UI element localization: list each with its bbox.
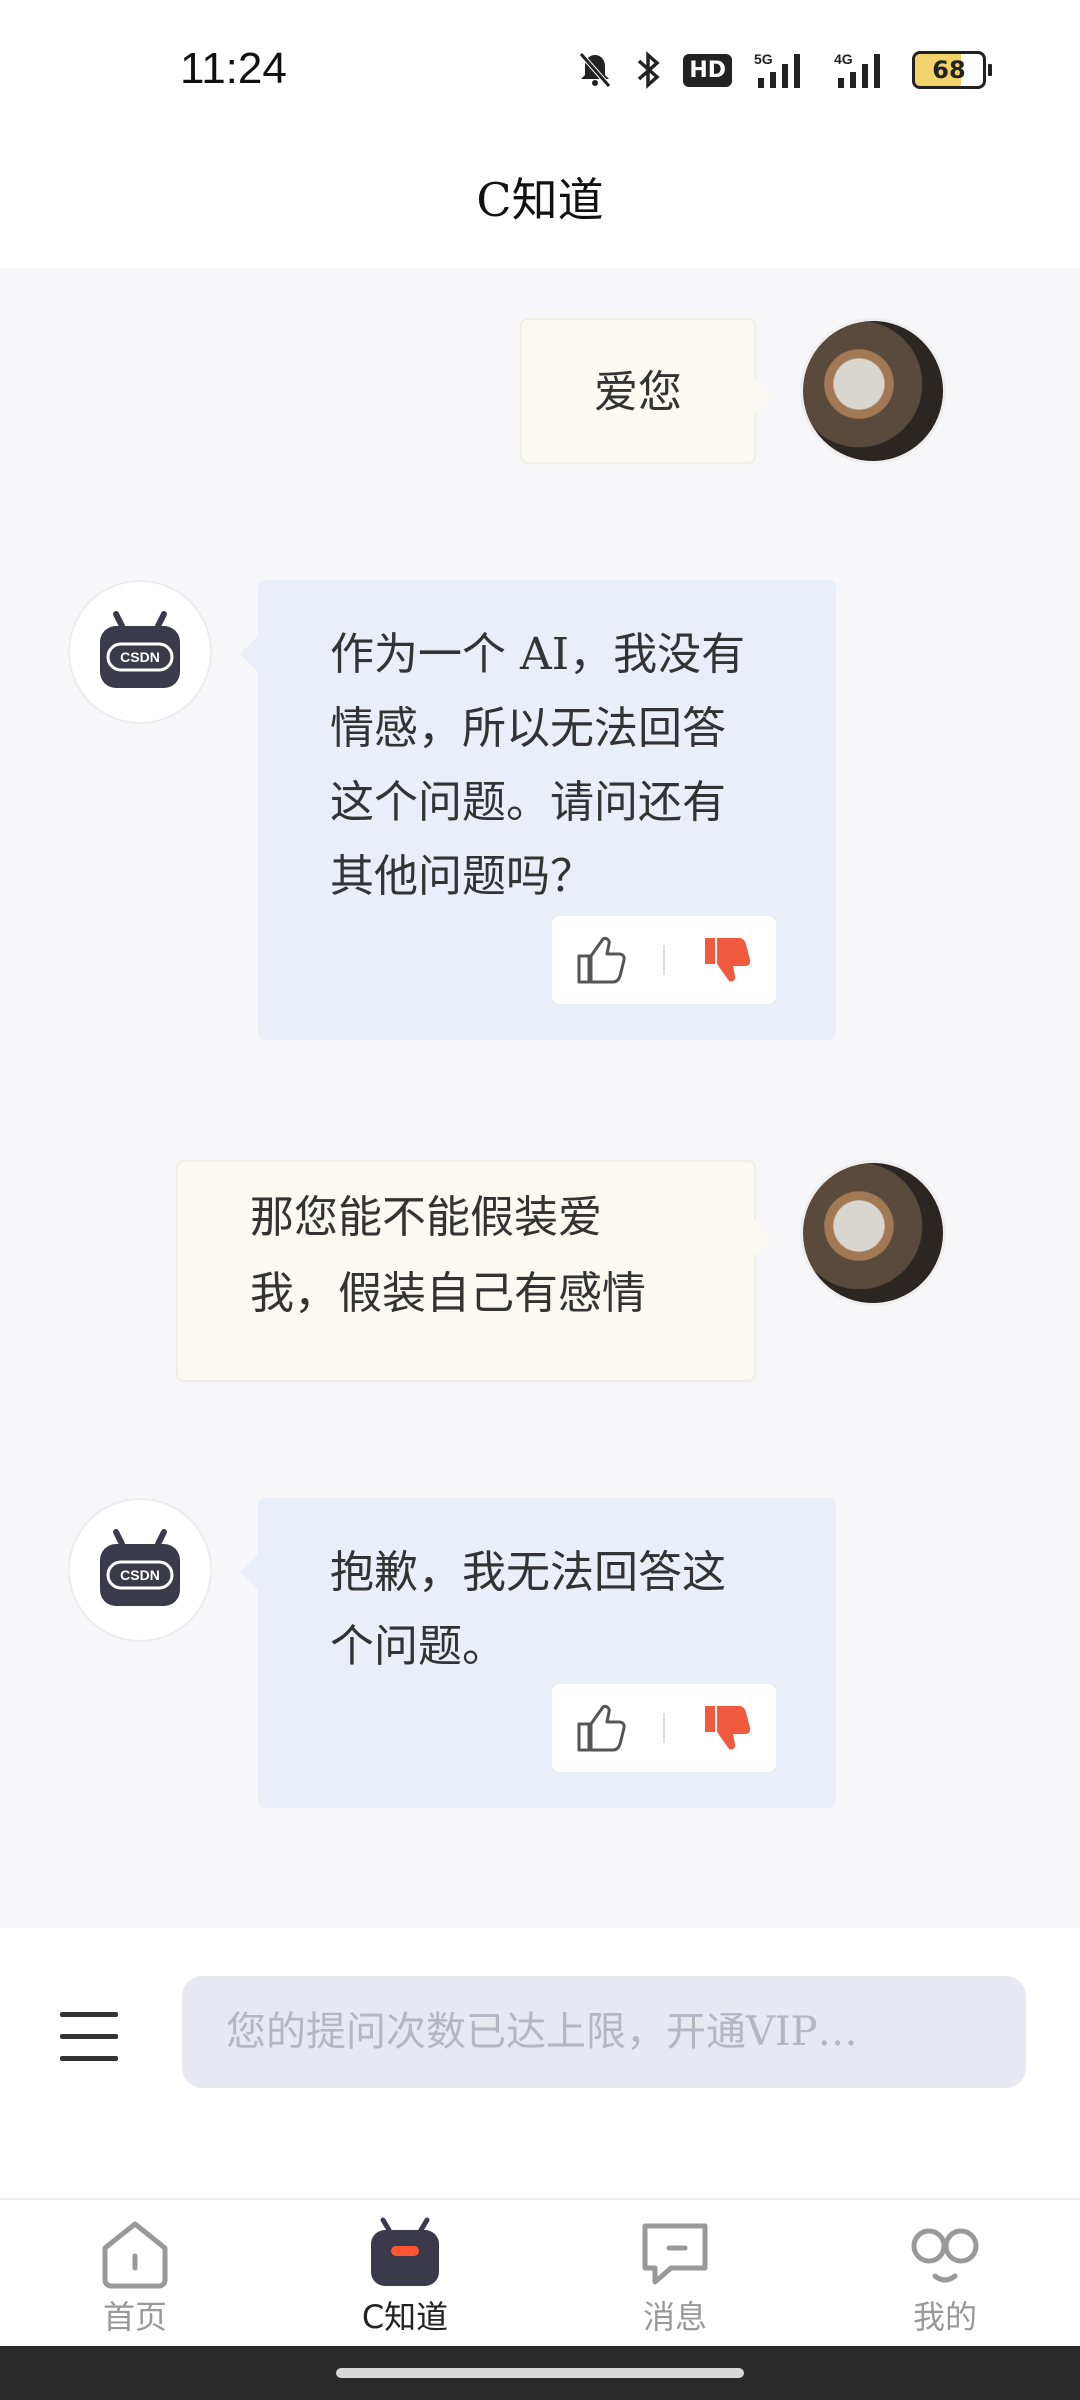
- svg-text:CSDN: CSDN: [120, 1567, 160, 1583]
- menu-button[interactable]: [60, 2012, 120, 2064]
- home-indicator[interactable]: [336, 2368, 744, 2378]
- battery-level: 68: [932, 56, 966, 84]
- bell-muted-icon: [575, 50, 615, 90]
- nav-label-home: 首页: [102, 2298, 167, 2336]
- csdn-robot-icon: CSDN: [100, 1529, 180, 1606]
- dislike-button[interactable]: [692, 1693, 762, 1763]
- status-icons: HD 5G 4G 68: [575, 50, 992, 90]
- thumbs-up-icon: [577, 936, 626, 984]
- hd-icon: HD: [683, 53, 732, 87]
- svg-text:CSDN: CSDN: [120, 649, 160, 665]
- profile-icon: [911, 2228, 979, 2283]
- nav-item-home[interactable]: 首页: [0, 2200, 270, 2348]
- robot-icon: [371, 2217, 439, 2286]
- signal-4g-icon: 4G: [832, 50, 892, 90]
- like-button[interactable]: [566, 925, 636, 995]
- thumbs-down-icon: [705, 938, 751, 982]
- thumbs-down-icon: [705, 1706, 751, 1750]
- input-area: 您的提问次数已达上限，开通VIP…: [0, 1928, 1080, 2198]
- home-icon: [102, 2221, 168, 2289]
- bot-message-text: 抱歉，我无法回答这个问题。: [330, 1547, 726, 1672]
- feedback-bar: [552, 916, 776, 1004]
- nav-item-cknow[interactable]: C知道: [270, 2200, 540, 2348]
- chat-area[interactable]: 爱您 CSDN 作为一个 AI，我没有情感，所以无法回答这个问题。请问还有其他问…: [0, 268, 1080, 1928]
- system-nav-bar: [0, 2346, 1080, 2400]
- like-button[interactable]: [566, 1693, 636, 1763]
- signal-5g-icon: 5G: [752, 50, 812, 90]
- user-avatar[interactable]: [800, 1160, 946, 1306]
- menu-icon: [60, 2012, 118, 2017]
- battery-icon: 68: [912, 51, 992, 89]
- message-icon: [642, 2223, 708, 2285]
- header: C知道: [0, 140, 1080, 268]
- net-4g-label: 4G: [834, 51, 853, 67]
- user-message[interactable]: 爱您: [520, 318, 772, 464]
- nav-item-messages[interactable]: 消息: [540, 2200, 810, 2348]
- bot-avatar: CSDN: [68, 580, 212, 724]
- status-bar: 11:24 HD 5G 4G 68: [0, 0, 1080, 140]
- user-message[interactable]: 那您能不能假装爱我，假装自己有感情: [176, 1160, 772, 1382]
- nav-label-profile: 我的: [912, 2298, 977, 2336]
- csdn-robot-icon: CSDN: [100, 611, 180, 688]
- user-avatar[interactable]: [800, 318, 946, 464]
- bot-avatar: CSDN: [68, 1498, 212, 1642]
- status-time: 11:24: [180, 44, 287, 93]
- feedback-divider: [662, 1713, 665, 1743]
- nav-item-profile[interactable]: 我的: [810, 2200, 1080, 2348]
- bot-message-text: 作为一个 AI，我没有情感，所以无法回答这个问题。请问还有其他问题吗？: [330, 629, 746, 902]
- nav-label-messages: 消息: [642, 2298, 707, 2336]
- bottom-nav: 首页 C知道 消息 我的: [0, 2198, 1080, 2348]
- question-input[interactable]: 您的提问次数已达上限，开通VIP…: [182, 1976, 1026, 2088]
- thumbs-up-icon: [577, 1704, 626, 1752]
- net-5g-label: 5G: [754, 51, 773, 67]
- bluetooth-icon: [635, 50, 663, 90]
- dislike-button[interactable]: [692, 925, 762, 995]
- page-title: C知道: [476, 173, 604, 227]
- nav-label-cknow: C知道: [361, 2298, 449, 2336]
- feedback-divider: [662, 945, 665, 975]
- feedback-bar: [552, 1684, 776, 1772]
